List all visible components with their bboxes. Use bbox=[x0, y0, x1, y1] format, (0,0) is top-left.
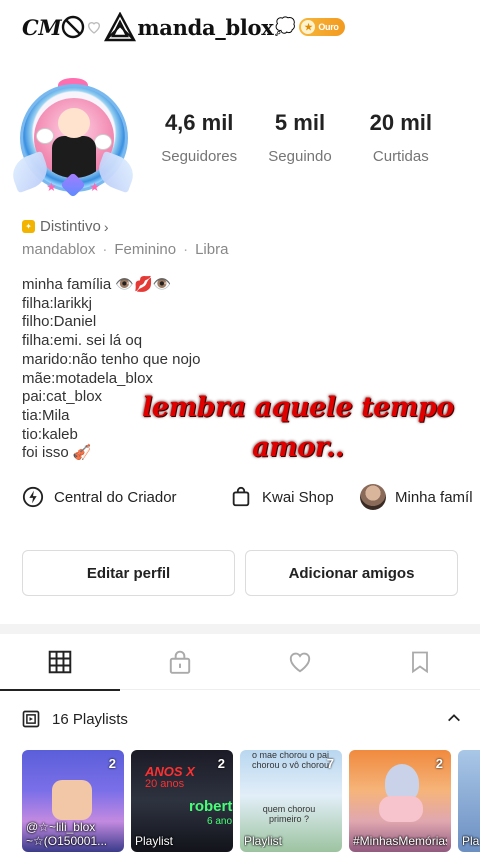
edit-profile-button[interactable]: Editar perfil bbox=[22, 550, 235, 596]
bolt-circle-icon bbox=[22, 486, 44, 508]
star-icon: ★ bbox=[46, 180, 57, 194]
meta-separator: · bbox=[102, 241, 108, 258]
quicklink-label: Kwai Shop bbox=[262, 488, 334, 506]
playlist-count: 7 bbox=[326, 756, 334, 771]
playlist-card[interactable]: 2 @☆~lili_blox ~☆(O150001... bbox=[22, 750, 124, 852]
playlist-caption: Playlist bbox=[244, 834, 283, 848]
profile-meta: mandablox · Feminino · Libra bbox=[22, 241, 228, 258]
bio-line: filho:Daniel bbox=[22, 313, 97, 331]
no-sign-icon bbox=[62, 15, 85, 39]
overlay-caption: lembra aquele tempo amor.. bbox=[128, 388, 468, 468]
avatar-cat-right bbox=[94, 134, 112, 150]
playlist-card[interactable]: Pla bbox=[458, 750, 480, 852]
chevron-up-icon[interactable] bbox=[446, 710, 462, 726]
profile-header: CM manda_blox 💭 ★ Ouro bbox=[0, 0, 480, 54]
gold-badge[interactable]: ★ Ouro bbox=[299, 18, 345, 36]
stat-value: 4,6 mil bbox=[164, 110, 234, 135]
group-avatar-icon bbox=[360, 484, 386, 510]
badge-icon: ✦ bbox=[22, 220, 35, 233]
stat-following[interactable]: 5 mil Seguindo bbox=[248, 110, 351, 165]
quick-links: Central do Criador Kwai Shop Minha famíl bbox=[22, 484, 480, 510]
family-group-link[interactable]: Minha famíl bbox=[360, 484, 473, 510]
add-friends-button[interactable]: Adicionar amigos bbox=[245, 550, 458, 596]
content-tabs bbox=[0, 634, 480, 691]
playlist-count: 2 bbox=[108, 756, 116, 771]
playlist-caption: @☆~lili_blox ~☆(O150001... bbox=[26, 820, 108, 848]
bookmark-icon bbox=[412, 651, 428, 674]
handle-name: manda_blox bbox=[137, 14, 274, 40]
thumbnail-text: quem chorou primeiro ? bbox=[262, 804, 316, 824]
bio-line: filha:emi. sei lá oq bbox=[22, 332, 143, 350]
quicklink-label: Central do Criador bbox=[54, 488, 177, 506]
heart-icon bbox=[289, 652, 311, 673]
thumbnail-figure bbox=[379, 796, 423, 822]
playlist-card[interactable]: ANOS X 20 anos robert 6 ano 2 Playlist bbox=[131, 750, 233, 852]
stat-label: Curtidas bbox=[372, 148, 429, 165]
grid-icon bbox=[48, 650, 72, 674]
distintivo-link[interactable]: ✦ Distintivo › bbox=[22, 218, 109, 235]
playlists-header[interactable]: 16 Playlists bbox=[22, 704, 462, 734]
stat-label: Seguindo bbox=[268, 148, 332, 165]
thumbnail-figure bbox=[52, 780, 92, 820]
bio-line: marido:não tenho que nojo bbox=[22, 350, 201, 368]
tab-private[interactable] bbox=[120, 634, 240, 690]
chevron-right-icon: › bbox=[103, 218, 109, 235]
heart-outline-icon bbox=[88, 22, 101, 34]
handle-symbols bbox=[61, 12, 137, 42]
playlist-card[interactable]: 2 #MinhasMemóriasdeumÚni... bbox=[349, 750, 451, 852]
meta-separator: · bbox=[183, 241, 189, 258]
playlist-count: 2 bbox=[217, 756, 225, 771]
profile-avatar[interactable]: ★ ★ bbox=[7, 78, 139, 200]
meta-sign: Libra bbox=[195, 241, 229, 258]
avatar-body bbox=[52, 136, 96, 178]
thumbnail-text: 6 ano bbox=[207, 816, 233, 827]
tab-saved[interactable] bbox=[360, 634, 480, 690]
bio-line: filha:larikkj bbox=[22, 294, 93, 312]
triangle-knot-icon bbox=[104, 12, 137, 42]
handle-prefix: CM bbox=[22, 14, 62, 40]
playlist-icon bbox=[22, 710, 40, 728]
stat-followers[interactable]: 4,6 mil Seguidores bbox=[150, 110, 248, 165]
playlist-caption: Playlist bbox=[135, 834, 174, 848]
thumbnail-text: ANOS X bbox=[145, 764, 195, 779]
bio-line: mãe:motadela_blox bbox=[22, 369, 153, 387]
stat-value: 20 mil bbox=[369, 110, 432, 135]
meta-username: mandablox bbox=[22, 241, 96, 258]
shopping-bag-icon bbox=[232, 486, 250, 507]
playlist-caption: Pla bbox=[462, 834, 480, 848]
medal-icon: ★ bbox=[301, 20, 316, 34]
playlist-card[interactable]: o mae chorou o pai chorou o vô chorou qu… bbox=[240, 750, 342, 852]
lock-icon bbox=[169, 650, 191, 674]
thought-bubble-icon: 💭 bbox=[274, 17, 296, 37]
stat-likes[interactable]: 20 mil Curtidas bbox=[352, 110, 450, 165]
avatar-cat-left bbox=[36, 128, 54, 144]
gold-badge-label: Ouro bbox=[318, 22, 339, 32]
tab-liked[interactable] bbox=[240, 634, 360, 690]
star-icon: ★ bbox=[89, 180, 100, 194]
profile-handle: CM manda_blox 💭 ★ Ouro bbox=[22, 12, 345, 42]
quicklink-label: Minha famíl bbox=[395, 488, 473, 506]
playlist-count: 2 bbox=[435, 756, 443, 771]
section-divider bbox=[0, 624, 480, 634]
profile-stats: 4,6 mil Seguidores 5 mil Seguindo 20 mil… bbox=[150, 110, 450, 165]
playlist-caption: #MinhasMemóriasdeumÚni... bbox=[353, 834, 447, 848]
creator-center-link[interactable]: Central do Criador bbox=[22, 486, 230, 508]
thumbnail-text: robert bbox=[189, 798, 233, 815]
distintivo-label: Distintivo bbox=[40, 218, 101, 235]
kwai-shop-link[interactable]: Kwai Shop bbox=[230, 486, 360, 508]
playlist-carousel: 2 @☆~lili_blox ~☆(O150001... ANOS X 20 a… bbox=[22, 750, 480, 852]
profile-actions: Editar perfil Adicionar amigos bbox=[22, 550, 458, 596]
playlists-title: 16 Playlists bbox=[52, 710, 128, 728]
bio-line: minha família 👁️💋👁️ bbox=[22, 276, 172, 293]
avatar-face bbox=[58, 108, 90, 138]
overlay-line: lembra aquele tempo bbox=[142, 392, 454, 423]
overlay-line: amor.. bbox=[252, 432, 344, 463]
tab-grid[interactable] bbox=[0, 634, 120, 691]
meta-gender: Feminino bbox=[114, 241, 177, 258]
stat-value: 5 mil bbox=[274, 110, 326, 135]
stat-label: Seguidores bbox=[161, 148, 238, 165]
thumbnail-text: 20 anos bbox=[145, 778, 185, 790]
